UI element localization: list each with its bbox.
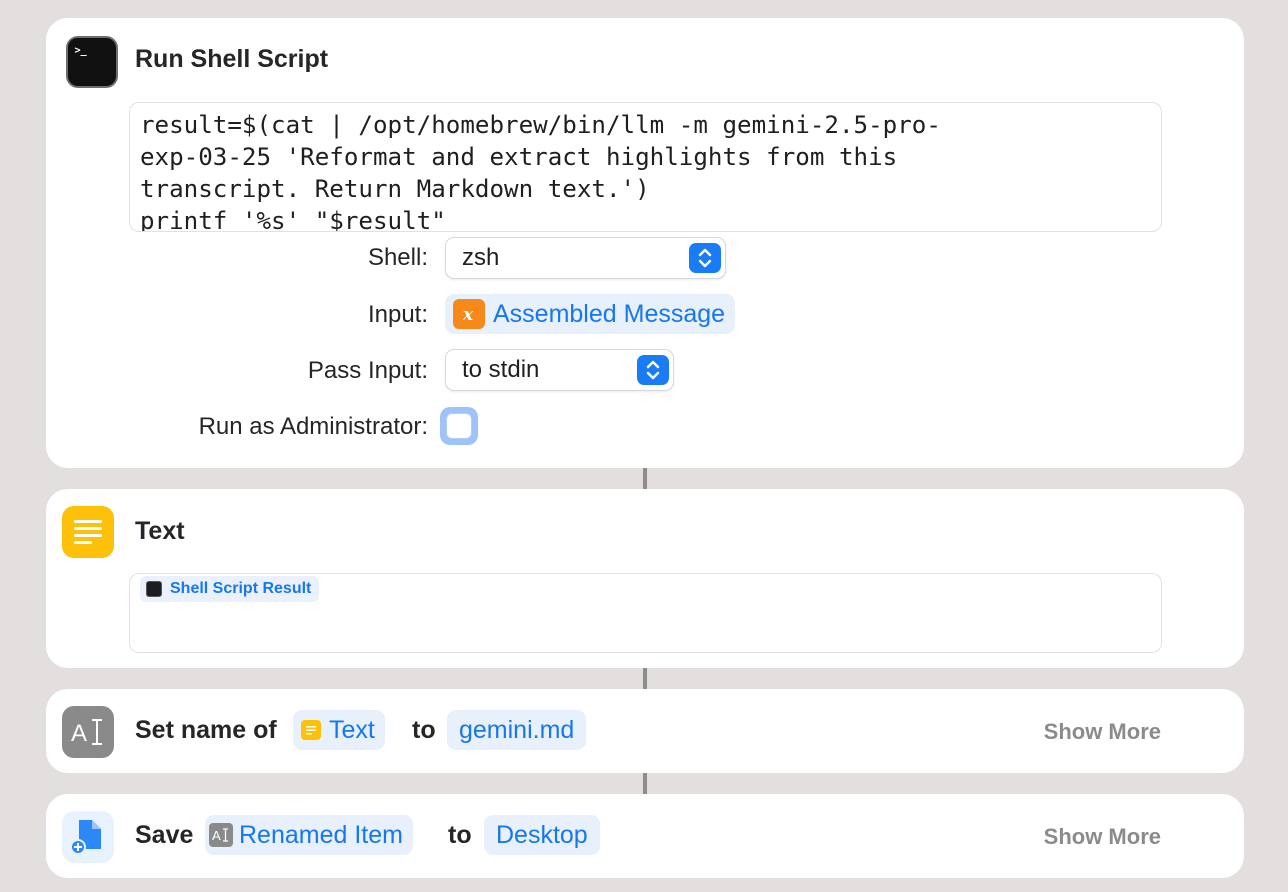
admin-checkbox[interactable] (440, 407, 478, 445)
pass-input-value: to stdin (462, 356, 540, 383)
script-line: result=$(cat | /opt/homebrew/bin/llm -m … (140, 111, 941, 139)
terminal-icon: >_ (66, 36, 118, 88)
variable-icon: x (453, 299, 485, 329)
text-lines-icon (301, 720, 321, 740)
chevron-up-down-icon (637, 355, 669, 385)
input-value: Assembled Message (493, 299, 726, 328)
shell-popup[interactable]: zsh (445, 237, 726, 279)
connector-line (643, 773, 647, 794)
svg-text:>_: >_ (74, 46, 87, 57)
terminal-icon (146, 581, 162, 597)
name-value: gemini.md (459, 715, 575, 744)
connector-line (643, 468, 647, 489)
input-variable-token[interactable]: x Assembled Message (445, 294, 736, 334)
svg-text:A: A (71, 720, 87, 747)
to-label: to (448, 821, 472, 849)
pass-input-label: Pass Input: (307, 357, 428, 384)
script-line: printf '%s' "$result" (140, 207, 446, 232)
text-lines-icon (62, 506, 114, 558)
checkbox-inner (446, 413, 472, 439)
svg-text:x: x (462, 305, 474, 324)
input-label: Input: (367, 301, 428, 328)
chevron-up-down-icon (689, 243, 721, 273)
rename-icon: A (62, 706, 114, 758)
text-action[interactable]: Text Shell Script Result (46, 489, 1244, 668)
show-more-button[interactable]: Show More (1044, 719, 1161, 745)
action-title: Text (135, 517, 185, 545)
save-action[interactable]: Save A Renamed Item to Desktop Show More (46, 794, 1244, 878)
shell-result-token[interactable]: Shell Script Result (140, 576, 320, 602)
admin-label: Run as Administrator: (198, 413, 428, 440)
destination-token[interactable]: Desktop (484, 815, 600, 855)
svg-text:A: A (212, 828, 221, 843)
shell-value: zsh (462, 244, 500, 271)
set-name-label: Set name of (135, 716, 277, 744)
show-more-button[interactable]: Show More (1044, 824, 1161, 850)
item-variable-token[interactable]: Text (293, 710, 385, 750)
script-editor[interactable]: result=$(cat | /opt/homebrew/bin/llm -m … (129, 102, 1162, 232)
text-editor[interactable]: Shell Script Result (129, 573, 1162, 653)
script-line: exp-03-25 'Reformat and extract highligh… (140, 143, 898, 171)
save-label: Save (135, 821, 194, 849)
to-label: to (412, 716, 436, 744)
renamed-item-value: Renamed Item (239, 820, 403, 849)
token-label: Shell Script Result (170, 580, 312, 597)
pass-input-popup[interactable]: to stdin (445, 349, 674, 391)
set-name-action[interactable]: A Set name of Text to gemini.md Show Mor… (46, 689, 1244, 773)
renamed-item-token[interactable]: A Renamed Item (205, 815, 413, 855)
shell-label: Shell: (367, 244, 428, 271)
connector-line (643, 668, 647, 689)
name-value-token[interactable]: gemini.md (447, 710, 587, 750)
item-value: Text (329, 715, 375, 744)
destination-value: Desktop (496, 820, 588, 849)
script-line: transcript. Return Markdown text.') (140, 175, 650, 203)
run-shell-script-action[interactable]: >_ Run Shell Script result=$(cat | /opt/… (46, 18, 1244, 468)
action-title: Run Shell Script (135, 45, 329, 73)
rename-icon: A (209, 823, 233, 847)
save-document-icon (62, 811, 114, 863)
